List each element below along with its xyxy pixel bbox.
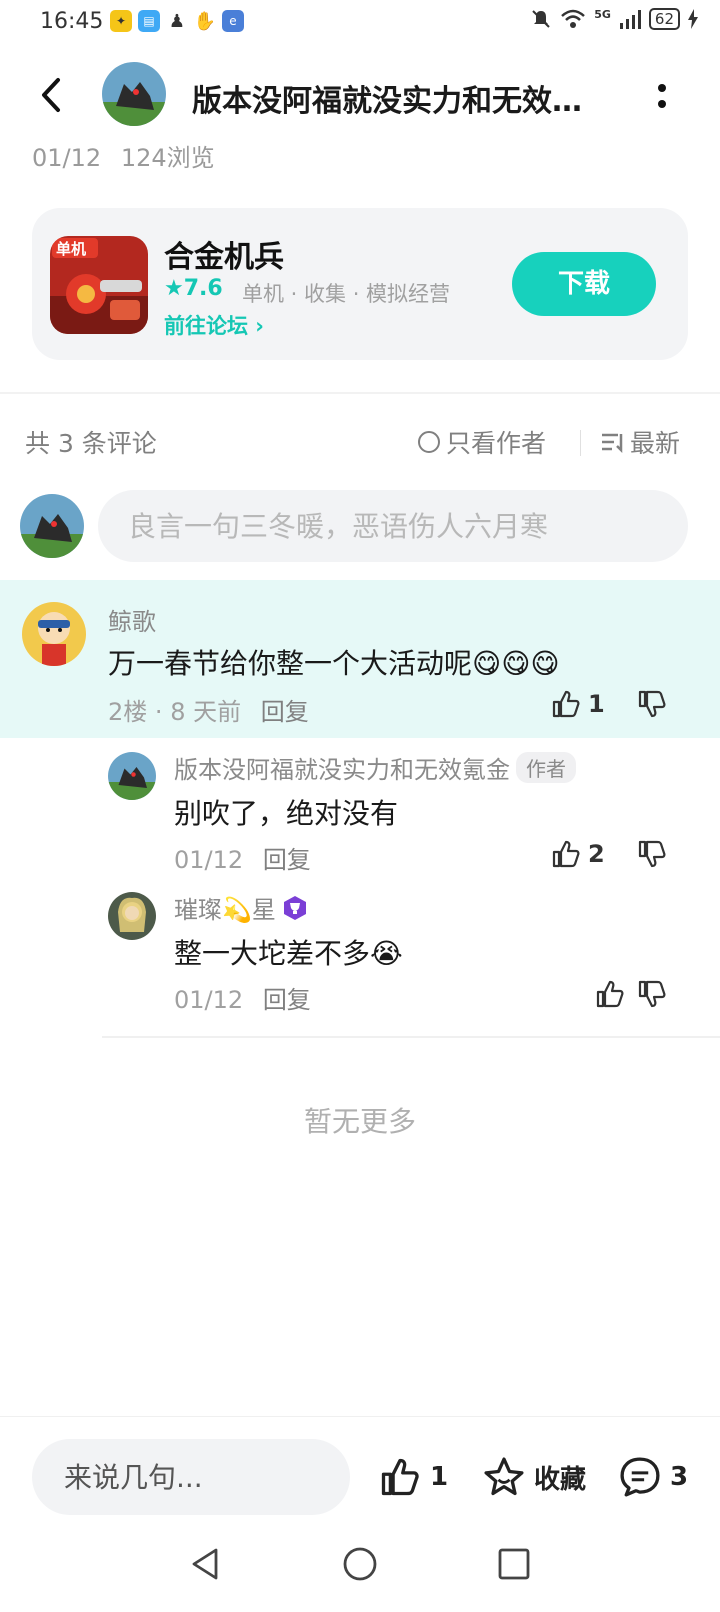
- reply-content: 别吹了，绝对没有: [174, 797, 399, 830]
- system-indicators: 5G 62: [530, 8, 698, 30]
- post-like-button[interactable]: 1: [378, 1455, 448, 1499]
- nav-back-icon[interactable]: [186, 1544, 226, 1584]
- signal-icon: [619, 10, 641, 29]
- e-app-icon: e: [222, 10, 244, 32]
- like-button[interactable]: 2: [550, 838, 605, 870]
- post-meta: 01/12 124浏览: [32, 138, 215, 173]
- star-icon: [484, 1457, 524, 1496]
- replies-divider: [102, 1036, 720, 1038]
- comment-meta: 2楼 · 8 天前 回复: [108, 698, 309, 726]
- thumbs-up-icon[interactable]: [594, 978, 626, 1010]
- comment-bubble-icon: [620, 1457, 660, 1497]
- favorite-button[interactable]: 收藏: [482, 1455, 586, 1499]
- toolbar-separator: [580, 430, 581, 456]
- bottom-action-bar: 1 收藏 3: [0, 1416, 720, 1526]
- status-time: 16:45: [40, 9, 104, 34]
- commenter-avatar[interactable]: [22, 602, 86, 666]
- reply-button[interactable]: 回复: [263, 846, 311, 874]
- reply-button[interactable]: 回复: [261, 698, 309, 726]
- post-title: 版本没阿福就没实力和无效…: [192, 84, 582, 119]
- like-count: 1: [588, 690, 605, 718]
- game-card[interactable]: 单机 合金机兵 ★7.6 单机 · 收集 · 模拟经营 前往论坛 › 下载: [32, 208, 688, 360]
- game-icon[interactable]: 单机: [50, 236, 148, 334]
- sort-label: 最新: [630, 429, 681, 458]
- section-divider: [0, 392, 720, 394]
- reply-date: 01/12: [174, 846, 244, 874]
- reply-meta: 01/12 回复: [174, 980, 311, 1015]
- download-button[interactable]: 下载: [512, 252, 656, 316]
- qq-icon: ♟: [166, 10, 188, 32]
- replier-name-row: 璀璨💫星: [174, 890, 308, 925]
- favorite-label: 收藏: [534, 1464, 587, 1495]
- comment-item: 鲸歌 万一春节给你整一个大活动呢😋😋😋 2楼 · 8 天前 回复 1: [0, 580, 720, 738]
- status-bar: 16:45 ✦ ▤ ♟ ✋ e 5G 62: [0, 0, 720, 48]
- replier-avatar[interactable]: [108, 752, 156, 800]
- game-tags: 单机 · 收集 · 模拟经营: [242, 282, 451, 306]
- reply-button[interactable]: 回复: [263, 986, 311, 1014]
- only-author-toggle[interactable]: 只看作者: [418, 424, 546, 460]
- author-badge: 作者: [516, 752, 576, 783]
- author-avatar[interactable]: [102, 62, 166, 126]
- current-user-avatar: [20, 494, 84, 558]
- replier-name-row: 版本没阿福就没实力和无效氪金 作者: [174, 750, 576, 785]
- like-count: 2: [588, 840, 605, 868]
- thumbs-down-icon[interactable]: [636, 688, 668, 720]
- charging-icon: [688, 9, 698, 29]
- post-like-count: 1: [430, 1462, 449, 1492]
- book-app-icon: ▤: [138, 10, 160, 32]
- game-icon-badge: 单机: [56, 240, 86, 258]
- trophy-badge-icon: [283, 895, 306, 920]
- thumbs-down-icon[interactable]: [636, 978, 668, 1010]
- reply-content: 整一大坨差不多😭: [174, 937, 403, 970]
- only-author-label: 只看作者: [446, 429, 547, 458]
- forum-link[interactable]: 前往论坛 ›: [164, 310, 264, 340]
- like-button[interactable]: 1: [550, 688, 605, 720]
- reply-date: 01/12: [174, 986, 244, 1014]
- comment-input[interactable]: [98, 490, 688, 562]
- view-count: 124浏览: [120, 144, 215, 172]
- reply-item: 版本没阿福就没实力和无效氪金 作者 别吹了，绝对没有 01/12 回复 2: [0, 740, 720, 880]
- radio-circle-icon: [418, 431, 440, 453]
- comment-count: 共 3 条评论: [25, 429, 157, 458]
- reply-input[interactable]: [32, 1439, 350, 1515]
- app-notification-icon: ✦: [110, 10, 132, 32]
- hand-icon: ✋: [193, 10, 217, 32]
- game-name: 合金机兵: [164, 240, 284, 275]
- reply-item: 璀璨💫星 整一大坨差不多😭 01/12 回复: [0, 884, 720, 1024]
- thumbs-up-icon: [552, 840, 580, 868]
- comment-content: 万一春节给你整一个大活动呢😋😋😋: [108, 647, 560, 680]
- comments-button[interactable]: 3: [618, 1455, 688, 1499]
- post-header: 版本没阿福就没实力和无效…: [0, 56, 720, 136]
- comment-time: 8 天前: [170, 698, 242, 726]
- game-rating: ★7.6: [164, 276, 223, 301]
- system-nav-bar: [0, 1526, 720, 1612]
- post-date: 01/12: [32, 144, 102, 172]
- notification-icons: ✦ ▤ ♟ ✋ e: [110, 10, 244, 32]
- mute-icon: [532, 10, 550, 28]
- network-type-label: 5G: [594, 7, 611, 21]
- nav-home-icon[interactable]: [340, 1544, 380, 1584]
- sort-newest-button[interactable]: 最新: [600, 424, 680, 460]
- back-arrow-icon[interactable]: [30, 72, 76, 118]
- comment-count-badge: 3: [670, 1462, 689, 1492]
- more-options-icon[interactable]: [652, 78, 672, 114]
- sort-icon: [602, 433, 623, 454]
- replier-avatar[interactable]: [108, 892, 156, 940]
- nav-recents-icon[interactable]: [494, 1544, 534, 1584]
- reply-meta: 01/12 回复: [174, 840, 311, 875]
- thumbs-up-icon: [381, 1458, 419, 1496]
- thumbs-down-icon[interactable]: [636, 838, 668, 870]
- comment-floor: 2楼: [108, 698, 148, 726]
- wifi-icon: [561, 9, 586, 28]
- replier-name[interactable]: 版本没阿福就没实力和无效氪金: [174, 750, 510, 785]
- battery-level: 62: [648, 8, 680, 30]
- thumbs-up-icon: [552, 690, 580, 718]
- replier-name[interactable]: 璀璨💫星: [174, 890, 276, 925]
- commenter-name[interactable]: 鲸歌: [108, 602, 156, 637]
- no-more-label: 暂无更多: [303, 1105, 416, 1138]
